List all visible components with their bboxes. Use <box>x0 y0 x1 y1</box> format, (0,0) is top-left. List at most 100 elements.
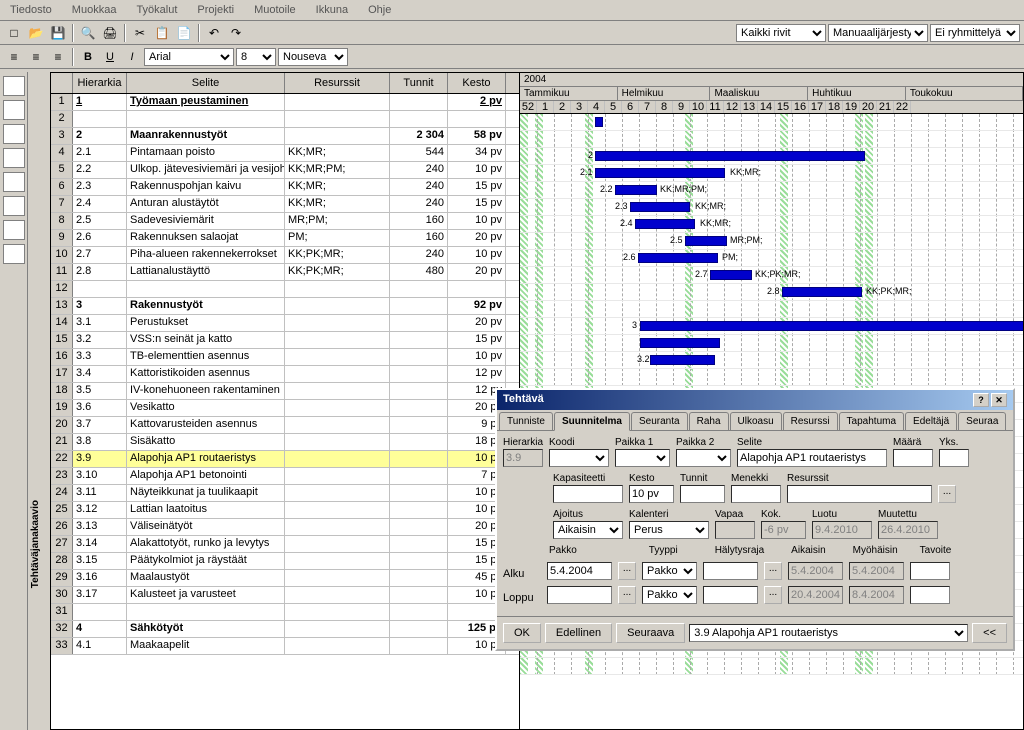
gantt-bar[interactable] <box>595 168 725 178</box>
maara-input[interactable] <box>893 449 933 467</box>
menu-muotoile[interactable]: Muotoile <box>248 2 302 18</box>
menu-työkalut[interactable]: Työkalut <box>130 2 183 18</box>
gantt-row[interactable]: 3.2 <box>520 352 1023 369</box>
table-row[interactable]: 303.17Kalusteet ja varusteet10 pv <box>51 587 519 604</box>
gantt-bar[interactable] <box>685 236 727 246</box>
align-left-icon[interactable]: ≡ <box>4 47 24 67</box>
gantt-bar[interactable] <box>630 202 690 212</box>
gantt-row[interactable]: 2 <box>520 148 1023 165</box>
paikka2-select[interactable] <box>676 449 731 467</box>
table-row[interactable]: 203.7Kattovarusteiden asennus9 pv <box>51 417 519 434</box>
prev-button[interactable]: Edellinen <box>545 623 612 643</box>
sort-select[interactable]: Nouseva <box>278 48 348 66</box>
table-row[interactable]: 263.13Väliseinätyöt20 pv <box>51 519 519 536</box>
view-btn-1[interactable] <box>3 76 25 96</box>
resurssit-input[interactable] <box>787 485 932 503</box>
gantt-row[interactable] <box>520 369 1023 386</box>
koodi-select[interactable] <box>549 449 609 467</box>
table-row[interactable]: 253.12Lattian laatoitus10 pv <box>51 502 519 519</box>
table-row[interactable]: 52.2Ulkop. jätevesiviemäri ja vesijohtoK… <box>51 162 519 179</box>
gantt-row[interactable]: 2.2KK;MR;PM; <box>520 182 1023 199</box>
new-icon[interactable]: □ <box>4 23 24 43</box>
col-selite[interactable]: Selite <box>127 73 285 93</box>
table-row[interactable]: 82.5SadevesiviemäritMR;PM;16010 pv <box>51 213 519 230</box>
col-resurssit[interactable]: Resurssit <box>285 73 390 93</box>
table-row[interactable]: 12 <box>51 281 519 298</box>
table-row[interactable]: 112.8LattianalustäyttöKK;PK;MR;48020 pv <box>51 264 519 281</box>
gantt-bar[interactable] <box>640 338 720 348</box>
menu-muokkaa[interactable]: Muokkaa <box>66 2 123 18</box>
tab-tunniste[interactable]: Tunniste <box>499 412 553 430</box>
table-row[interactable]: 193.6Vesikatto20 pv <box>51 400 519 417</box>
table-row[interactable]: 92.6Rakennuksen salaojatPM;16020 pv <box>51 230 519 247</box>
gantt-row[interactable] <box>520 301 1023 318</box>
gantt-bar[interactable] <box>640 321 1024 331</box>
table-row[interactable]: 133Rakennustyöt92 pv <box>51 298 519 315</box>
gantt-row[interactable]: 2.5MR;PM; <box>520 233 1023 250</box>
table-row[interactable]: 223.9Alapohja AP1 routaeristys10 pv <box>51 451 519 468</box>
tab-tapahtuma[interactable]: Tapahtuma <box>839 412 904 430</box>
table-row[interactable]: 213.8Sisäkatto18 pv <box>51 434 519 451</box>
alku-tavoite[interactable] <box>910 562 950 580</box>
order-select[interactable]: Manuaalijärjesty <box>828 24 928 42</box>
table-row[interactable]: 163.3TB-elementtien asennus10 pv <box>51 349 519 366</box>
task-selector[interactable]: 3.9 Alapohja AP1 routaeristys <box>689 624 968 642</box>
collapse-button[interactable]: << <box>972 623 1007 643</box>
gantt-bar[interactable] <box>595 117 603 127</box>
menu-tiedosto[interactable]: Tiedosto <box>4 2 58 18</box>
loppu-input[interactable] <box>547 586 612 604</box>
gantt-row[interactable]: 2.1KK;MR; <box>520 165 1023 182</box>
view-btn-4[interactable] <box>3 148 25 168</box>
align-center-icon[interactable]: ≡ <box>26 47 46 67</box>
yks-input[interactable] <box>939 449 969 467</box>
table-row[interactable]: 32Maanrakennustyöt2 30458 pv <box>51 128 519 145</box>
gantt-bar[interactable] <box>710 270 752 280</box>
tab-suunnitelma[interactable]: Suunnitelma <box>554 412 630 431</box>
table-row[interactable]: 143.1Perustukset20 pv <box>51 315 519 332</box>
view-btn-7[interactable] <box>3 220 25 240</box>
gantt-row[interactable]: 2.4KK;MR; <box>520 216 1023 233</box>
size-select[interactable]: 8 <box>236 48 276 66</box>
loppu-halytys-btn[interactable]: ... <box>764 586 782 604</box>
kalenteri-select[interactable]: Perus <box>629 521 709 539</box>
menu-projekti[interactable]: Projekti <box>191 2 240 18</box>
save-icon[interactable]: 💾 <box>48 23 68 43</box>
col-tunnit[interactable]: Tunnit <box>390 73 448 93</box>
tunnit-input[interactable] <box>680 485 725 503</box>
table-row[interactable]: 243.11Näyteikkunat ja tuulikaapit10 pv <box>51 485 519 502</box>
rows-filter-select[interactable]: Kaikki rivit <box>736 24 826 42</box>
table-row[interactable]: 11Työmaan peustaminen2 pv <box>51 94 519 111</box>
preview-icon[interactable]: 🔍 <box>78 23 98 43</box>
tab-seuraa[interactable]: Seuraa <box>958 412 1006 430</box>
bold-icon[interactable]: B <box>78 47 98 67</box>
col-hierarkia[interactable]: Hierarkia <box>73 73 127 93</box>
gantt-bar[interactable] <box>638 253 718 263</box>
paikka1-select[interactable] <box>615 449 670 467</box>
cut-icon[interactable]: ✂ <box>130 23 150 43</box>
table-row[interactable]: 102.7Piha-alueen rakennekerroksetKK;PK;M… <box>51 247 519 264</box>
tab-seuranta[interactable]: Seuranta <box>631 412 688 430</box>
gantt-row[interactable] <box>520 335 1023 352</box>
paste-icon[interactable]: 📄 <box>174 23 194 43</box>
table-row[interactable]: 153.2VSS:n seinät ja katto15 pv <box>51 332 519 349</box>
alku-input[interactable] <box>547 562 612 580</box>
table-row[interactable]: 62.3Rakennuspohjan kaivuKK;MR;24015 pv <box>51 179 519 196</box>
font-select[interactable]: Arial <box>144 48 234 66</box>
align-right-icon[interactable]: ≡ <box>48 47 68 67</box>
table-row[interactable]: 283.15Päätykolmiot ja räystäät15 pv <box>51 553 519 570</box>
table-row[interactable]: 42.1Pintamaan poistoKK;MR;54434 pv <box>51 145 519 162</box>
view-btn-6[interactable] <box>3 196 25 216</box>
view-btn-2[interactable] <box>3 100 25 120</box>
alku-date-btn[interactable]: ... <box>618 562 636 580</box>
menekki-input[interactable] <box>731 485 781 503</box>
col-kesto[interactable]: Kesto <box>448 73 506 93</box>
ajoitus-select[interactable]: Aikaisin <box>553 521 623 539</box>
next-button[interactable]: Seuraava <box>616 623 685 643</box>
view-btn-3[interactable] <box>3 124 25 144</box>
gantt-row[interactable]: 2.8KK;PK;MR; <box>520 284 1023 301</box>
gantt-row[interactable]: 2.7KK;PK;MR; <box>520 267 1023 284</box>
italic-icon[interactable]: I <box>122 47 142 67</box>
table-row[interactable]: 293.16Maalaustyöt45 pv <box>51 570 519 587</box>
gantt-row[interactable] <box>520 658 1023 675</box>
redo-icon[interactable]: ↷ <box>226 23 246 43</box>
